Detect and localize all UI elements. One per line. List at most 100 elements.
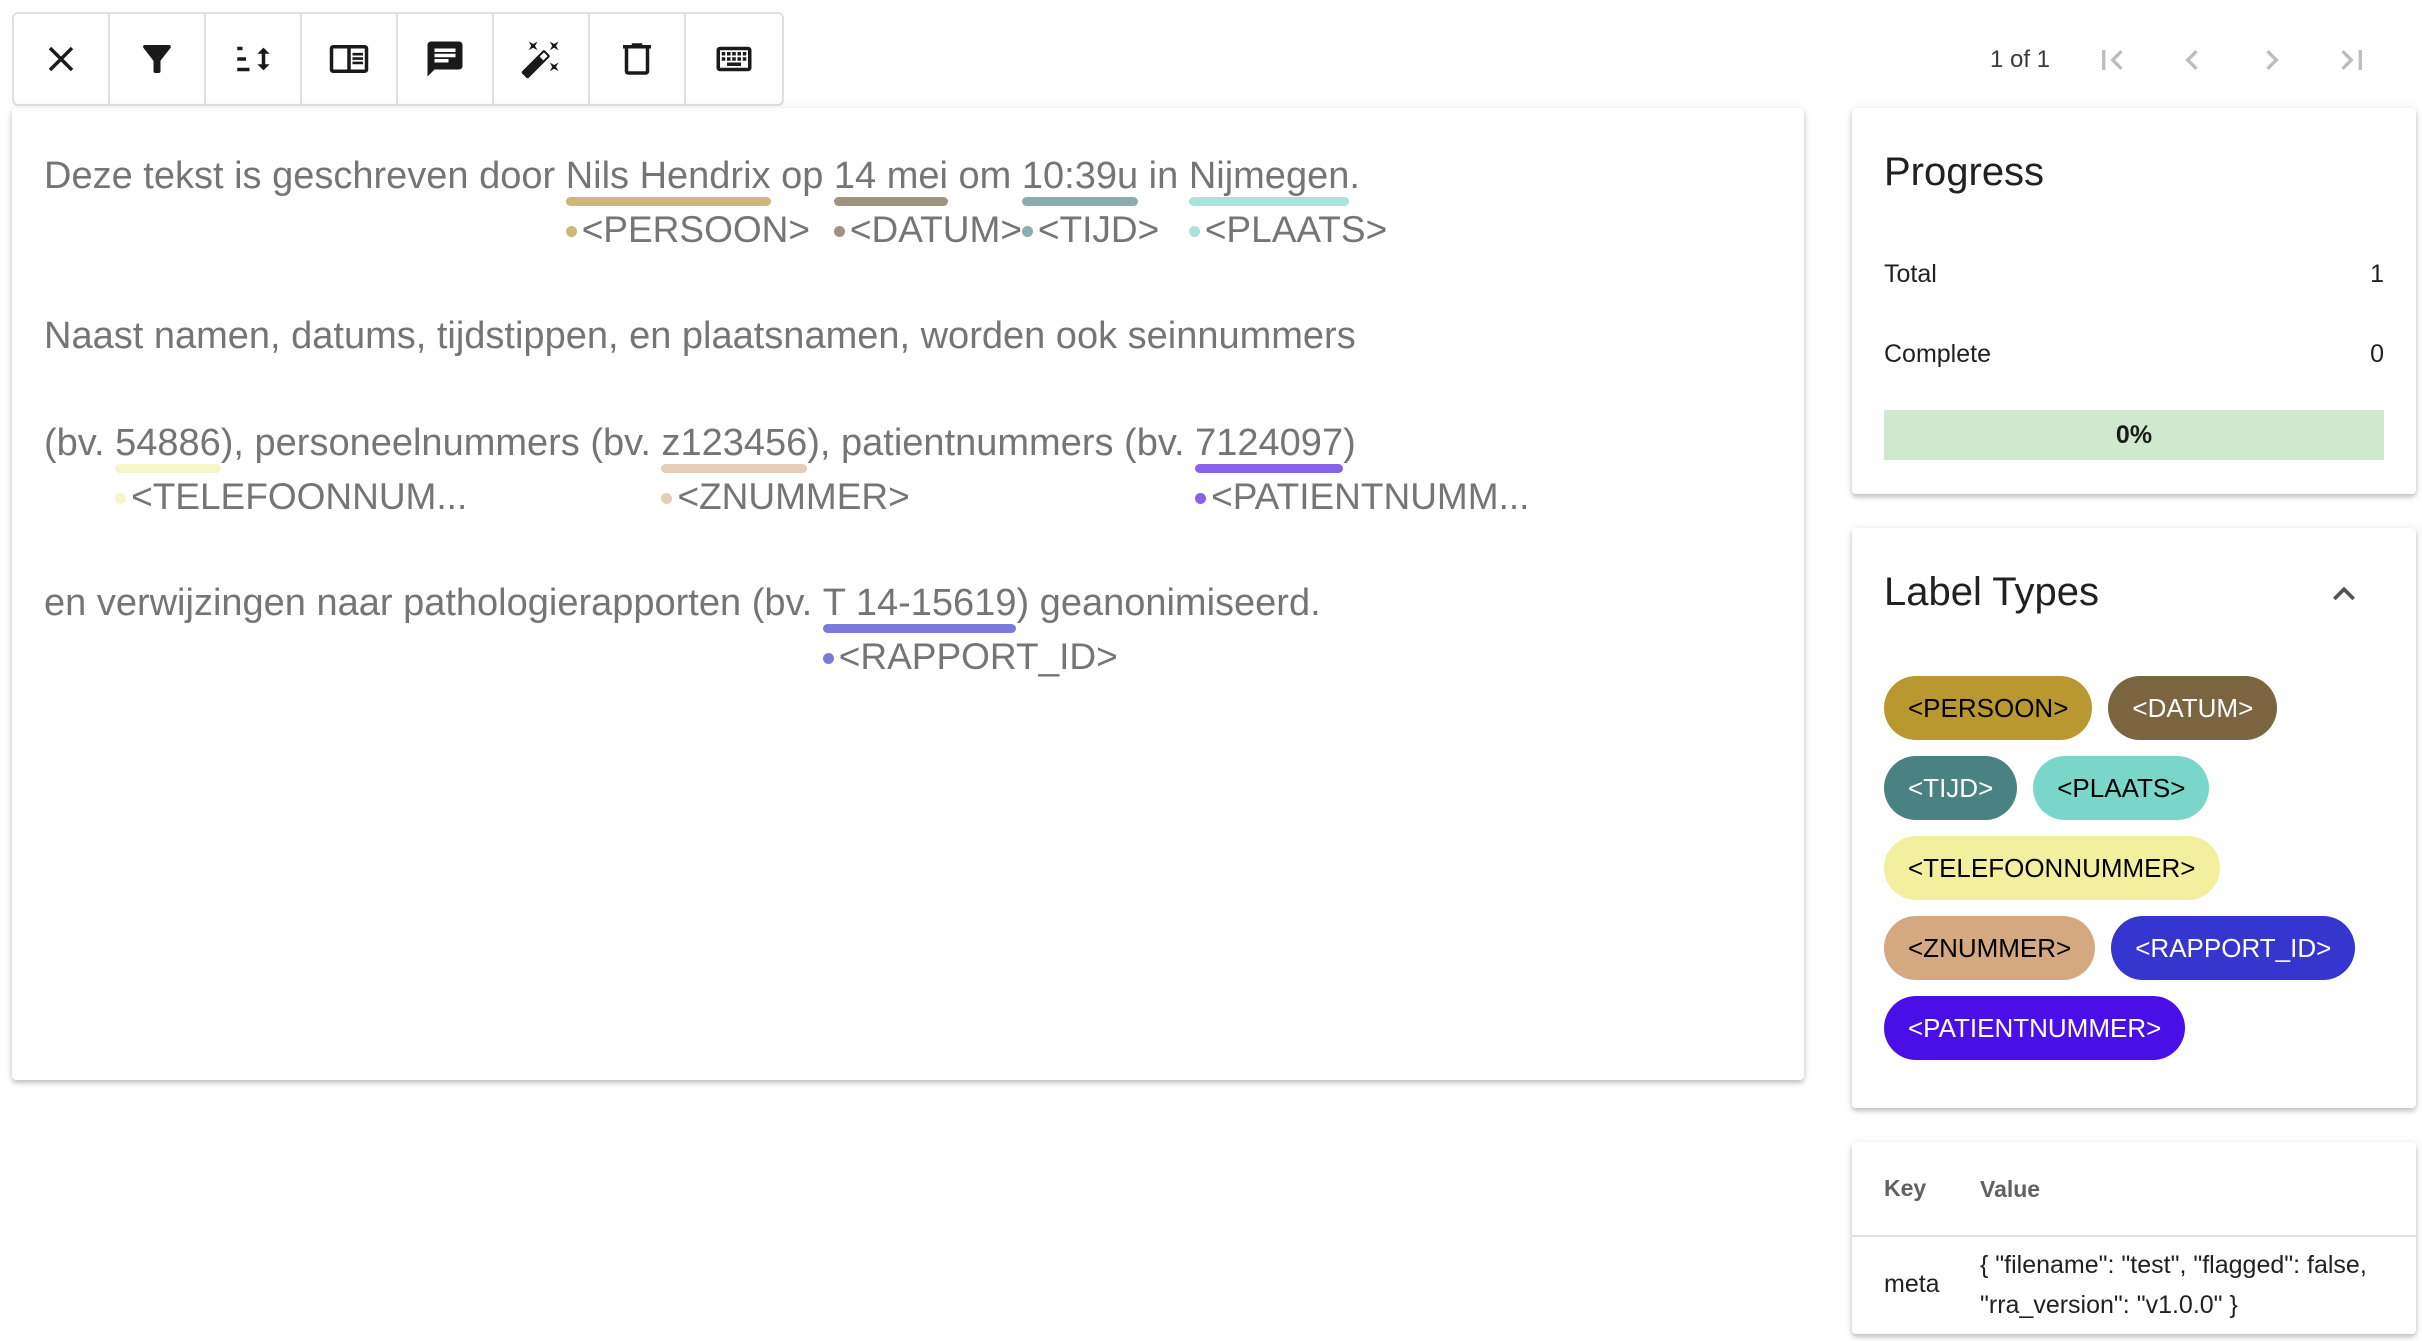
label-chip[interactable]: <DATUM> [2108, 676, 2278, 740]
entity-underline [661, 464, 808, 473]
entity-text: 10:39u [1021, 155, 1139, 197]
text-segment: ) [1343, 422, 1356, 464]
annotation-text-card: Deze tekst is geschreven door Nils Hendr… [12, 108, 1804, 1080]
entity-underline [833, 197, 948, 206]
first-page-button[interactable] [2072, 22, 2152, 98]
entity-plaats[interactable]: Nijmegen <PLAATS> [1188, 150, 1387, 250]
meta-value-cell: { "filename": "test", "flagged": false, … [1980, 1250, 2367, 1319]
text-segment: op [770, 155, 834, 197]
text-segment: ), personeelnummers (bv. [220, 422, 662, 464]
entity-text: 7124097 [1195, 422, 1344, 464]
text-segment: ) geanonimiseerd. [1016, 582, 1321, 624]
entity-label: <TIJD> [1021, 208, 1159, 252]
sidebar-toggle-icon [329, 45, 369, 73]
label-chip[interactable]: <TIJD> [1884, 756, 2018, 820]
magic-wand-icon [521, 41, 559, 79]
text-segment: Deze tekst is geschreven door [44, 155, 566, 197]
entity-underline [565, 197, 771, 206]
sort-button[interactable] [206, 14, 302, 104]
table-header: Key Value [1852, 1142, 2416, 1237]
previous-page-button[interactable] [2152, 22, 2232, 98]
entity-label: <PERSOON> [565, 208, 810, 252]
complete-label: Complete [1884, 340, 1991, 368]
chevron-up-icon[interactable] [2322, 572, 2366, 616]
text-segment: in [1138, 155, 1189, 197]
label-chip[interactable]: <ZNUMMER> [1884, 916, 2096, 980]
page-indicator: 1 of 1 [1989, 46, 2050, 73]
text-line: Deze tekst is geschreven door Nils Hendr… [44, 150, 1387, 250]
metadata-table: Key Value meta { "filename": "test", "fl… [1852, 1142, 2416, 1332]
entity-label: <TELEFOONNUM... [115, 475, 467, 519]
label-chip[interactable]: <PERSOON> [1884, 676, 2093, 740]
entity-underline [1195, 464, 1344, 473]
entity-text: 14 mei [833, 155, 948, 197]
toggle-sidebar-button[interactable] [302, 14, 398, 104]
entity-patientnummer[interactable]: 7124097 <PATIENTNUMM... [1195, 417, 1529, 517]
label-chip[interactable]: <TELEFOONNUMMER> [1884, 836, 2220, 900]
entity-znummer[interactable]: z123456 <ZNUMMER> [661, 417, 910, 517]
label-type-chips: <PERSOON> <DATUM> <TIJD> <PLAATS> <TELEFOONN… [1884, 676, 2404, 1076]
meta-key-cell: meta [1884, 1270, 1940, 1298]
label-chip[interactable]: <PLAATS> [2033, 756, 2210, 820]
filter-icon [143, 44, 171, 73]
toolbar [12, 12, 784, 106]
entity-label: <PLAATS> [1188, 208, 1387, 252]
keyboard-shortcuts-button[interactable] [686, 14, 782, 104]
progress-bar: 0% [1884, 410, 2384, 460]
total-label: Total [1884, 260, 1937, 288]
entity-text: T 14-15619 [822, 582, 1017, 624]
text-segment: . [1349, 155, 1360, 197]
comment-icon [427, 41, 463, 77]
entity-underline [822, 624, 1017, 633]
last-page-button[interactable] [2312, 22, 2392, 98]
delete-icon [623, 43, 651, 75]
text-line: (bv. 54886 <TELEFOONNUM... ), personeelnum… [44, 417, 1529, 517]
next-page-button[interactable] [2232, 22, 2312, 98]
close-button[interactable] [14, 14, 110, 104]
pager: 1 of 1 [1990, 22, 2392, 98]
label-chip[interactable]: <PATIENTNUMMER> [1884, 996, 2186, 1060]
entity-tijd[interactable]: 10:39u <TIJD> [1021, 150, 1159, 250]
text-line: en verwijzingen naar pathologierapporten… [44, 577, 1321, 677]
progress-title: Progress [1884, 150, 2045, 194]
entity-text: 54886 [115, 422, 221, 464]
last-page-icon [2341, 50, 2362, 70]
column-header-key: Key [1884, 1175, 1927, 1201]
close-icon [48, 46, 74, 72]
next-page-icon [2266, 50, 2279, 70]
entity-label: <RAPPORT_ID> [822, 635, 1118, 679]
entity-telefoonnummer[interactable]: 54886 <TELEFOONNUM... [115, 417, 467, 517]
entity-underline [1021, 197, 1139, 206]
auto-label-button[interactable] [494, 14, 590, 104]
label-chip[interactable]: <RAPPORT_ID> [2111, 916, 2356, 980]
keyboard-icon [716, 46, 752, 72]
text-segment: ), patientnummers (bv. [807, 422, 1196, 464]
entity-underline [115, 464, 221, 473]
entity-label: <ZNUMMER> [661, 475, 910, 519]
entity-persoon[interactable]: Nils Hendrix <PERSOON> [565, 150, 810, 250]
entity-text: z123456 [661, 422, 808, 464]
delete-button[interactable] [590, 14, 686, 104]
complete-value: 0 [2370, 340, 2384, 368]
metadata-card: Key Value meta { "filename": "test", "fl… [1852, 1142, 2416, 1334]
column-header-value: Value [1980, 1175, 2041, 1202]
text-segment: om [947, 155, 1022, 197]
entity-datum[interactable]: 14 mei <DATUM> [833, 150, 1022, 250]
text-line: Naast namen, datums, tijdstippen, en pla… [44, 315, 1356, 357]
progress-total-row: Total 1 [1884, 260, 2384, 289]
entity-text: Nils Hendrix [565, 155, 771, 197]
entity-label: <DATUM> [833, 208, 1022, 252]
previous-page-icon [2185, 50, 2198, 70]
entity-rapport-id[interactable]: T 14-15619 <RAPPORT_ID> [822, 577, 1118, 677]
progress-card: Progress Total 1 Complete 0 0% [1852, 108, 2416, 494]
sort-icon [237, 46, 270, 72]
entity-underline [1188, 197, 1350, 206]
progress-complete-row: Complete 0 [1884, 340, 2384, 369]
table-row: meta { "filename": "test", "flagged": fa… [1852, 1237, 2416, 1332]
label-types-card: Label Types <PERSOON> <DATUM> <TIJD> <PLAAT… [1852, 528, 2416, 1108]
text-segment: (bv. [44, 422, 116, 464]
comment-button[interactable] [398, 14, 494, 104]
filter-button[interactable] [110, 14, 206, 104]
text-segment: en verwijzingen naar pathologierapporten… [44, 582, 823, 624]
label-types-title: Label Types [1884, 570, 2099, 614]
